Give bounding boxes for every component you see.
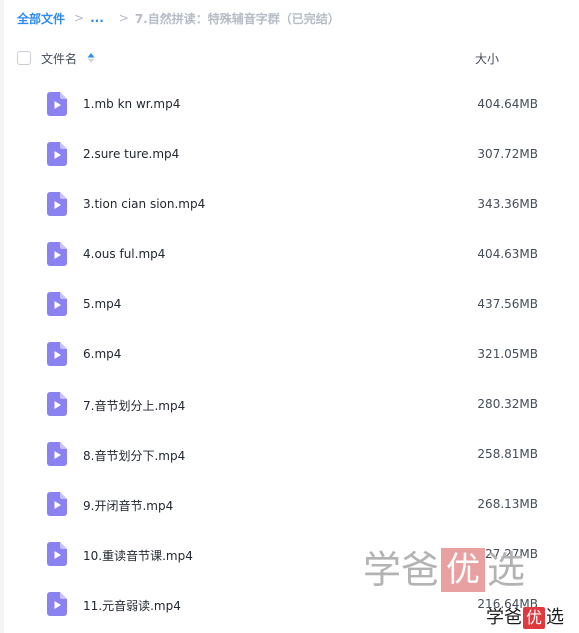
logo: 学 爸 优 选	[486, 606, 564, 630]
watermark: 学 爸 优 选	[363, 546, 525, 594]
file-size: 321.05MB	[477, 347, 538, 361]
file-name[interactable]: 11.元音弱读.mp4	[83, 597, 181, 614]
file-size: 437.56MB	[477, 297, 538, 311]
video-file-icon	[47, 442, 67, 466]
file-row[interactable]: 6.mp4 321.05MB	[0, 334, 579, 374]
video-file-icon	[47, 292, 67, 316]
breadcrumb-current-folder: 7.自然拼读：特殊辅音字群（已完结）	[134, 11, 340, 26]
logo-char: 学	[486, 607, 504, 628]
file-name[interactable]: 5.mp4	[83, 297, 121, 311]
file-size: 258.81MB	[477, 447, 538, 461]
column-header-size: 大小	[475, 52, 500, 66]
file-row[interactable]: 9.开闭音节.mp4 268.13MB	[0, 484, 579, 524]
file-row[interactable]: 7.音节划分上.mp4 280.32MB	[0, 384, 579, 424]
file-row[interactable]: 8.音节划分下.mp4 258.81MB	[0, 434, 579, 474]
file-row[interactable]: 1.mb kn wr.mp4 404.64MB	[0, 84, 579, 124]
video-file-icon	[47, 342, 67, 366]
file-name[interactable]: 3.tion cian sion.mp4	[83, 197, 205, 211]
file-size: 268.13MB	[477, 497, 538, 511]
file-name[interactable]: 4.ous ful.mp4	[83, 247, 165, 261]
video-file-icon	[47, 242, 67, 266]
file-row[interactable]: 5.mp4 437.56MB	[0, 284, 579, 324]
video-file-icon	[47, 592, 67, 616]
file-browser: 全部文件 > ... > 7.自然拼读：特殊辅音字群（已完结） 文件名 大小 1…	[0, 0, 579, 633]
video-file-icon	[47, 542, 67, 566]
video-file-icon	[47, 92, 67, 116]
file-size: 404.63MB	[477, 247, 538, 261]
breadcrumb: 全部文件 > ... > 7.自然拼读：特殊辅音字群（已完结）	[17, 9, 340, 27]
watermark-char-boxed: 优	[441, 548, 486, 592]
file-row[interactable]: 4.ous ful.mp4 404.63MB	[0, 234, 579, 274]
file-name[interactable]: 2.sure ture.mp4	[83, 147, 179, 161]
video-file-icon	[47, 492, 67, 516]
watermark-char: 选	[487, 548, 526, 592]
watermark-char: 学	[363, 548, 402, 592]
file-size: 343.36MB	[477, 197, 538, 211]
file-list-header: 文件名 大小	[0, 44, 579, 72]
column-header-name[interactable]: 文件名	[41, 50, 77, 67]
video-file-icon	[47, 392, 67, 416]
file-size: 280.32MB	[477, 397, 538, 411]
file-name[interactable]: 8.音节划分下.mp4	[83, 447, 185, 464]
file-name[interactable]: 9.开闭音节.mp4	[83, 497, 173, 514]
file-name[interactable]: 6.mp4	[83, 347, 121, 361]
logo-char: 选	[546, 607, 564, 628]
file-name[interactable]: 10.重读音节课.mp4	[83, 547, 193, 564]
file-row[interactable]: 3.tion cian sion.mp4 343.36MB	[0, 184, 579, 224]
video-file-icon	[47, 192, 67, 216]
logo-char-boxed: 优	[523, 607, 545, 629]
file-row[interactable]: 2.sure ture.mp4 307.72MB	[0, 134, 579, 174]
file-size: 404.64MB	[477, 97, 538, 111]
logo-char: 爸	[504, 607, 522, 628]
breadcrumb-root-link[interactable]: 全部文件	[17, 10, 65, 27]
select-all-checkbox[interactable]	[17, 51, 31, 65]
breadcrumb-ellipsis-link[interactable]: ...	[90, 11, 104, 25]
file-name[interactable]: 1.mb kn wr.mp4	[83, 97, 180, 111]
file-size: 307.72MB	[477, 147, 538, 161]
breadcrumb-separator: >	[118, 11, 129, 25]
sort-ascending-icon[interactable]	[87, 52, 95, 64]
breadcrumb-separator: >	[74, 11, 85, 25]
watermark-char: 爸	[401, 548, 440, 592]
file-name[interactable]: 7.音节划分上.mp4	[83, 397, 185, 414]
video-file-icon	[47, 142, 67, 166]
